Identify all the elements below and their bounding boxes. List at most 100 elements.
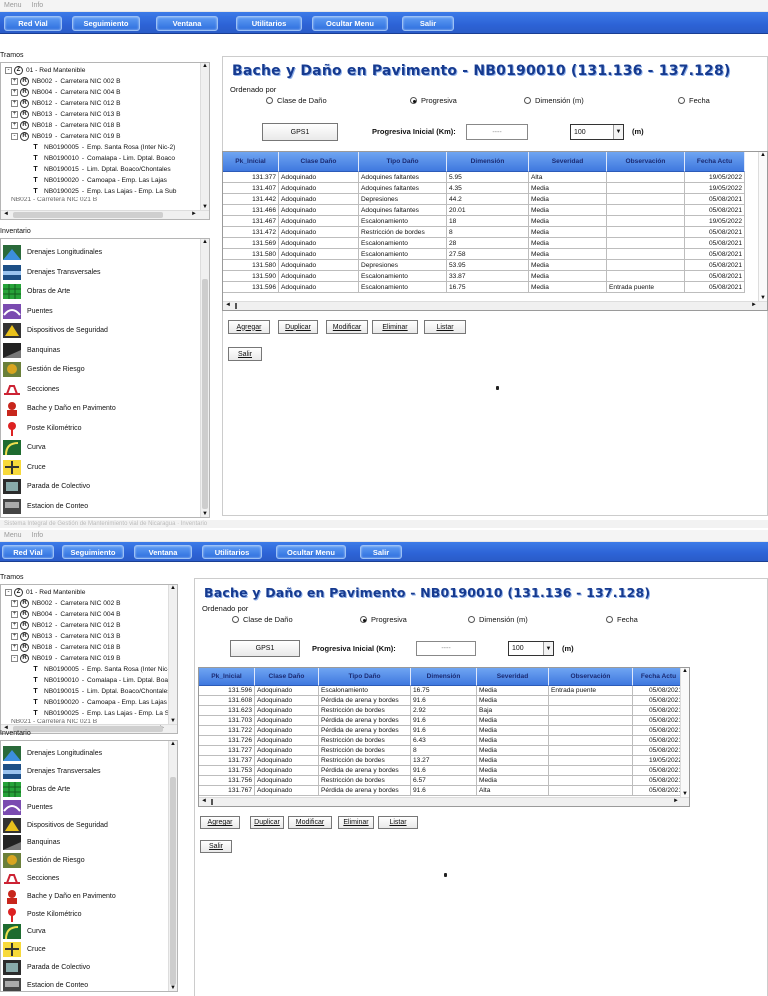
delete-button[interactable]: Eliminar <box>338 816 374 829</box>
table-row[interactable]: 131.767 Adoquinado Pérdida de arena y bord… <box>199 786 685 796</box>
order-radio-0[interactable]: Clase de Daño <box>266 96 327 105</box>
inventario-item-1[interactable]: Drenajes Transversales <box>1 763 101 781</box>
inventario-list[interactable]: Drenajes Longitudinales Drenajes Transver… <box>0 740 178 992</box>
tree-hscroll[interactable]: ◄► <box>1 210 209 219</box>
order-radio-1[interactable]: Progresiva <box>360 615 407 624</box>
inventario-item-11[interactable]: Cruce <box>1 941 46 959</box>
inventario-item-6[interactable]: Gestión de Riesgo <box>1 360 85 380</box>
scroll-left-icon[interactable]: ◄ <box>201 798 207 804</box>
table-row[interactable]: 131.596 Adoquinado Escalonamiento 16.75 Medi… <box>199 686 685 696</box>
inventario-item-0[interactable]: Drenajes Longitudinales <box>1 745 102 763</box>
grid-hscroll[interactable]: ◄ ► <box>199 797 689 806</box>
distance-combo[interactable]: 100 ▼ <box>570 124 624 140</box>
inventario-item-13[interactable]: Estacion de Conteo <box>1 497 88 517</box>
inventario-item-11[interactable]: Cruce <box>1 458 46 478</box>
inventario-vscroll[interactable]: ▲ ▼ <box>168 741 177 991</box>
table-row[interactable]: 131.703 Adoquinado Pérdida de arena y bord… <box>199 716 685 726</box>
inventario-item-3[interactable]: Puentes <box>1 798 53 816</box>
radio-icon[interactable] <box>606 616 613 623</box>
tree-hscroll-thumb[interactable] <box>13 726 163 732</box>
collapse-icon[interactable]: - <box>11 133 18 140</box>
inventario-item-13[interactable]: Estacion de Conteo <box>1 976 88 991</box>
gps-button[interactable]: GPS1 <box>262 123 338 141</box>
progresiva-input[interactable]: ---- <box>466 124 528 140</box>
table-row[interactable]: 131.466 Adoquinado Adoquines faltantes 20.0… <box>223 205 745 216</box>
order-radio-1[interactable]: Progresiva <box>410 96 457 105</box>
gps-button[interactable]: GPS1 <box>230 640 300 657</box>
grid-vscroll[interactable]: ▲ ▼ <box>680 668 689 797</box>
tree-hscroll-thumb[interactable] <box>13 212 163 218</box>
table-row[interactable]: 131.727 Adoquinado Restricción de bordes 8 M… <box>199 746 685 756</box>
salir-button[interactable]: Salir <box>360 545 402 559</box>
tree-segment-nb0190005[interactable]: T NB0190005- Emp. Santa Rosa (Inter Nic-2) <box>31 142 175 153</box>
chevron-down-icon[interactable]: ▼ <box>613 125 623 139</box>
red-vial-button[interactable]: Red Vial <box>2 545 54 559</box>
inventario-item-1[interactable]: Drenajes Transversales <box>1 263 101 283</box>
ventana-button[interactable]: Ventana <box>134 545 192 559</box>
chevron-down-icon[interactable]: ▼ <box>543 642 553 655</box>
table-row[interactable]: 131.407 Adoquinado Adoquines faltantes 4.35… <box>223 183 745 194</box>
table-row[interactable]: 131.590 Adoquinado Escalonamiento 33.87 Medi… <box>223 271 745 282</box>
expand-icon[interactable]: + <box>11 611 18 618</box>
list-button[interactable]: Listar <box>378 816 418 829</box>
grid-hscroll[interactable]: ◄ ► <box>223 301 767 310</box>
damage-grid[interactable]: Pk_Inicial Clase Daño Tipo Daño Dimensión Se… <box>198 667 690 807</box>
table-row[interactable]: 131.623 Adoquinado Restricción de bordes 2.… <box>199 706 685 716</box>
tree-segment-nb0190005[interactable]: T NB0190005- Emp. Santa Rosa (Inter Nic-2) <box>31 664 175 675</box>
menu-info[interactable]: Info <box>32 2 44 9</box>
radio-icon[interactable] <box>524 97 531 104</box>
tree-road-cut[interactable]: NB021 - Carretera NIC 021 B <box>11 719 97 723</box>
expand-icon[interactable]: + <box>11 122 18 129</box>
table-row[interactable]: 131.753 Adoquinado Pérdida de arena y bord… <box>199 766 685 776</box>
column-header-4[interactable]: Severidad <box>529 152 607 172</box>
grid-vscroll[interactable]: ▲ ▼ <box>758 152 767 301</box>
menu-menu[interactable]: Menu <box>4 2 22 9</box>
scroll-up-icon[interactable]: ▲ <box>201 239 209 245</box>
delete-button[interactable]: Eliminar <box>372 320 418 334</box>
progresiva-input[interactable]: ---- <box>416 641 476 656</box>
add-button[interactable]: Agregar <box>200 816 240 829</box>
radio-icon[interactable] <box>360 616 367 623</box>
ventana-button[interactable]: Ventana <box>156 16 218 31</box>
table-row[interactable]: 131.608 Adoquinado Pérdida de arena y bord… <box>199 696 685 706</box>
tree-road-nb013[interactable]: + R NB013- Carretera NIC 013 B <box>11 631 120 642</box>
order-radio-2[interactable]: Dimensión (m) <box>468 615 528 624</box>
inventario-item-4[interactable]: Dispositivos de Seguridad <box>1 816 108 834</box>
tree-road-nb004[interactable]: + R NB004- Carretera NIC 004 B <box>11 87 120 98</box>
inventario-item-7[interactable]: Secciones <box>1 380 59 400</box>
order-radio-3[interactable]: Fecha <box>606 615 638 624</box>
grid-hscroll-thumb[interactable] <box>211 799 213 805</box>
tree-road-nb018[interactable]: + R NB018- Carretera NIC 018 B <box>11 120 120 131</box>
inventario-item-10[interactable]: Curva <box>1 438 46 458</box>
inventario-vscroll[interactable]: ▲ ▼ <box>200 239 209 517</box>
tree-road-cut[interactable]: NB021 - Carretera NIC 021 B <box>11 197 97 201</box>
tree-segment-nb0190020[interactable]: T NB0190020- Camoapa - Emp. Las Lajas <box>31 697 167 708</box>
inventario-item-0[interactable]: Drenajes Longitudinales <box>1 243 102 263</box>
tree-road-nb012[interactable]: + R NB012- Carretera NIC 012 B <box>11 620 120 631</box>
inventario-item-12[interactable]: Parada de Colectivo <box>1 477 90 497</box>
column-header-0[interactable]: Pk_Inicial <box>223 152 279 172</box>
scroll-up-icon[interactable]: ▲ <box>681 668 689 674</box>
table-row[interactable]: 131.722 Adoquinado Pérdida de arena y bord… <box>199 726 685 736</box>
column-header-3[interactable]: Dimensión <box>411 668 477 686</box>
collapse-icon[interactable]: - <box>5 589 12 596</box>
collapse-icon[interactable]: - <box>11 655 18 662</box>
expand-icon[interactable]: + <box>11 100 18 107</box>
inventario-item-4[interactable]: Dispositivos de Seguridad <box>1 321 108 341</box>
table-row[interactable]: 131.756 Adoquinado Restricción de bordes 6.… <box>199 776 685 786</box>
inventario-item-9[interactable]: Poste Kilométrico <box>1 419 81 439</box>
expand-icon[interactable]: + <box>11 622 18 629</box>
inventario-item-10[interactable]: Curva <box>1 923 46 941</box>
tree-segment-nb0190025[interactable]: T NB0190025- Emp. Las Lajas - Emp. La Sub <box>31 708 176 719</box>
salir-button[interactable]: Salir <box>402 16 454 31</box>
radio-icon[interactable] <box>468 616 475 623</box>
table-row[interactable]: 131.569 Adoquinado Escalonamiento 28 Media 05… <box>223 238 745 249</box>
column-header-1[interactable]: Clase Daño <box>255 668 319 686</box>
expand-icon[interactable]: + <box>11 89 18 96</box>
ocultar-menu-button[interactable]: Ocultar Menu <box>312 16 388 31</box>
expand-icon[interactable]: + <box>11 111 18 118</box>
tree-root[interactable]: - Z 01 - Red Mantenible <box>5 65 85 76</box>
tree-segment-nb0190020[interactable]: T NB0190020- Camoapa - Emp. Las Lajas <box>31 175 167 186</box>
inventario-item-8[interactable]: Bache y Daño en Pavimento <box>1 399 116 419</box>
column-header-3[interactable]: Dimensión <box>447 152 529 172</box>
